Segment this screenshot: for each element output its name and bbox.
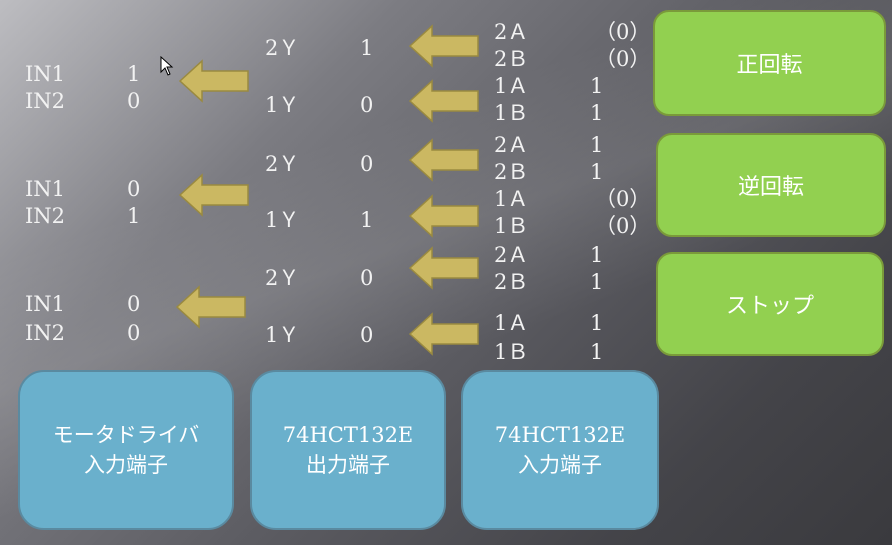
input-1a-value: 1 bbox=[590, 311, 604, 335]
in2-label: IN2 bbox=[25, 321, 66, 345]
output-2y-label: 2Ｙ bbox=[265, 266, 300, 290]
output-1y-label: 1Ｙ bbox=[265, 208, 300, 232]
input-1a-label: 1Ａ bbox=[494, 311, 529, 335]
input-2a-value: 1 bbox=[590, 133, 604, 157]
in2-label: IN2 bbox=[25, 89, 66, 113]
motor-driver-subtitle: 入力端子 bbox=[84, 453, 168, 477]
input-2a-value: 1 bbox=[590, 243, 604, 267]
in2-label: IN2 bbox=[25, 204, 66, 228]
in2-value: 0 bbox=[127, 321, 141, 345]
input-1b-label: 1Ｂ bbox=[494, 214, 529, 238]
output-2y-label: 2Ｙ bbox=[265, 152, 300, 176]
ic-input-box: 74HCT132E 入力端子 bbox=[461, 370, 659, 530]
input-1a-value: （0） bbox=[595, 187, 651, 211]
mouse-pointer-icon bbox=[160, 56, 174, 76]
left-arrow-icon bbox=[408, 24, 479, 68]
in1-label: IN1 bbox=[25, 177, 66, 201]
left-arrow-icon bbox=[408, 194, 479, 238]
left-arrow-icon bbox=[408, 312, 479, 356]
input-1a-label: 1Ａ bbox=[494, 187, 529, 211]
output-2y-value: 0 bbox=[360, 152, 374, 176]
input-1b-value: （0） bbox=[595, 214, 651, 238]
input-1a-label: 1Ａ bbox=[494, 74, 529, 98]
ic-output-title: 74HCT132E bbox=[282, 423, 414, 447]
input-2b-label: 2Ｂ bbox=[494, 270, 529, 294]
left-arrow-icon bbox=[408, 79, 479, 123]
output-1y-label: 1Ｙ bbox=[265, 323, 300, 347]
input-2b-value: （0） bbox=[595, 47, 651, 71]
input-2b-label: 2Ｂ bbox=[494, 47, 529, 71]
reverse-rotation-button[interactable]: 逆回転 bbox=[656, 133, 886, 237]
in1-label: IN1 bbox=[25, 62, 66, 86]
left-arrow-icon bbox=[175, 285, 246, 329]
forward-rotation-button[interactable]: 正回転 bbox=[653, 10, 886, 116]
left-arrow-icon bbox=[408, 138, 479, 182]
input-1b-value: 1 bbox=[590, 340, 604, 364]
ic-input-subtitle: 入力端子 bbox=[518, 453, 602, 477]
input-1a-value: 1 bbox=[590, 74, 604, 98]
motor-driver-input-box: モータドライバ 入力端子 bbox=[18, 370, 234, 530]
output-1y-value: 1 bbox=[360, 208, 374, 232]
in1-value: 0 bbox=[127, 177, 141, 201]
stop-label: ストップ bbox=[725, 294, 814, 319]
ic-input-title: 74HCT132E bbox=[494, 423, 626, 447]
output-1y-value: 0 bbox=[360, 323, 374, 347]
in1-label: IN1 bbox=[25, 292, 66, 316]
input-2a-label: 2Ａ bbox=[494, 243, 529, 267]
in2-value: 0 bbox=[127, 89, 141, 113]
reverse-rotation-label: 逆回転 bbox=[737, 175, 804, 200]
input-2a-label: 2Ａ bbox=[494, 133, 529, 157]
output-2y-label: 2Ｙ bbox=[265, 36, 300, 60]
input-1b-label: 1Ｂ bbox=[494, 340, 529, 364]
in1-value: 0 bbox=[127, 292, 141, 316]
stop-button[interactable]: ストップ bbox=[656, 252, 884, 356]
ic-output-subtitle: 出力端子 bbox=[306, 453, 390, 477]
input-2b-label: 2Ｂ bbox=[494, 160, 529, 184]
output-1y-value: 0 bbox=[360, 93, 374, 117]
input-2a-value: （0） bbox=[595, 20, 651, 44]
output-2y-value: 1 bbox=[360, 36, 374, 60]
ic-output-box: 74HCT132E 出力端子 bbox=[250, 370, 446, 530]
input-2a-label: 2Ａ bbox=[494, 20, 529, 44]
forward-rotation-label: 正回転 bbox=[736, 53, 803, 78]
in1-value: 1 bbox=[127, 62, 141, 86]
input-2b-value: 1 bbox=[590, 270, 604, 294]
input-1b-value: 1 bbox=[590, 101, 604, 125]
left-arrow-icon bbox=[178, 173, 249, 217]
output-2y-value: 0 bbox=[360, 266, 374, 290]
left-arrow-icon bbox=[408, 246, 479, 290]
output-1y-label: 1Ｙ bbox=[265, 93, 300, 117]
slide: IN1 1 IN2 0 IN1 0 IN2 1 IN1 0 IN2 0 2Ｙ 1… bbox=[0, 0, 892, 545]
input-2b-value: 1 bbox=[590, 160, 604, 184]
motor-driver-title: モータドライバ bbox=[52, 423, 200, 447]
in2-value: 1 bbox=[127, 204, 141, 228]
input-1b-label: 1Ｂ bbox=[494, 101, 529, 125]
left-arrow-icon bbox=[178, 59, 249, 103]
